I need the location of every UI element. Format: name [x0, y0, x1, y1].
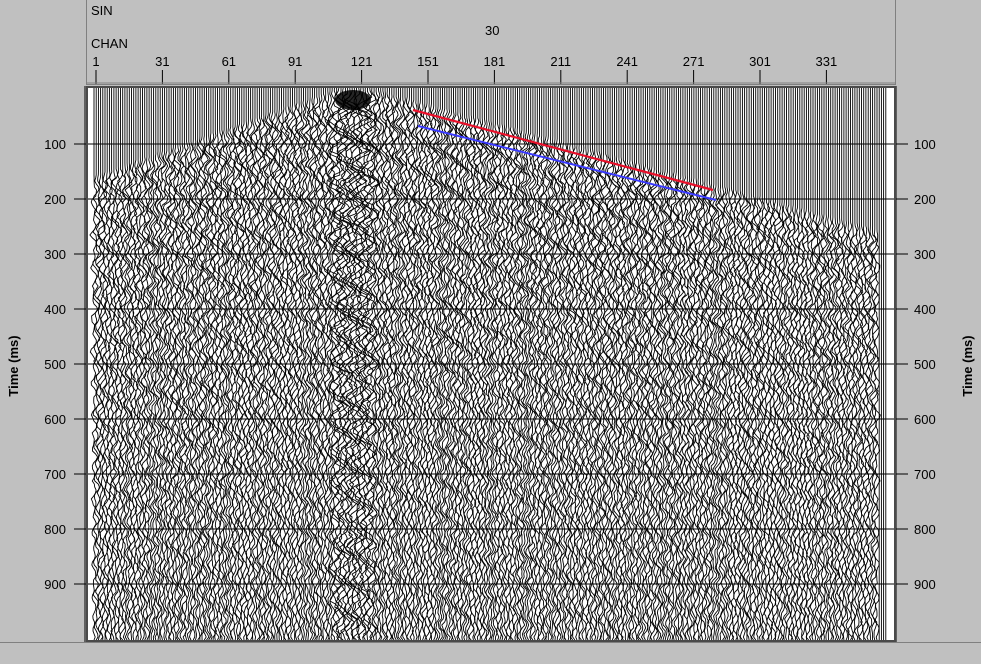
header-annotation-box: SIN 30 CHAN 1 31 61 91 121 151 181 211 241 271 301… [86, 0, 896, 85]
left-time-axis: 100 200 300 400 500 600 700 800 900 Time (ms) [0, 86, 86, 642]
time-tick-label: 800 [914, 522, 936, 537]
time-tick-label: 700 [914, 467, 936, 482]
channel-tick-label: 301 [749, 54, 771, 69]
time-tick-label: 100 [44, 137, 66, 152]
seismic-viewer-window: SIN 30 CHAN 1 31 61 91 121 151 181 211 241 271 301… [0, 0, 981, 664]
channel-tick-label: 151 [417, 54, 439, 69]
channel-tick-label: 211 [550, 54, 571, 69]
time-tick-label: 200 [44, 192, 66, 207]
seismic-plot[interactable] [86, 86, 896, 642]
channel-tick-label: 61 [222, 54, 236, 69]
header-panel: SIN 30 CHAN 1 31 61 91 121 151 181 211 241 271 301… [0, 0, 981, 86]
y-axis-label-right: Time (ms) [960, 335, 975, 396]
channel-tick-label: 121 [351, 54, 373, 69]
time-tick-label: 500 [44, 357, 66, 372]
channel-tick-label: 181 [484, 54, 506, 69]
time-tick-label: 300 [914, 247, 936, 262]
channel-tick-label: 271 [683, 54, 705, 69]
source-energy [335, 90, 371, 110]
time-tick-label: 700 [44, 467, 66, 482]
channel-tick-label: 91 [288, 54, 302, 69]
time-tick-label: 400 [914, 302, 936, 317]
left-time-axis-svg: 100 200 300 400 500 600 700 800 900 Time (ms) [6, 86, 86, 642]
channel-tick-label: 331 [816, 54, 838, 69]
time-tick-label: 400 [44, 302, 66, 317]
time-tick-label: 900 [44, 577, 66, 592]
seismic-traces[interactable] [88, 87, 894, 641]
y-axis-label: Time (ms) [6, 335, 21, 396]
channel-tick-label: 31 [155, 54, 169, 69]
right-time-axis-svg: 100 200 300 400 500 600 700 800 900 Time (ms) [895, 86, 975, 642]
channel-tick-label: 1 [92, 54, 99, 69]
time-tick-label: 300 [44, 247, 66, 262]
time-tick-label: 200 [914, 192, 936, 207]
channel-tick-label: 241 [616, 54, 638, 69]
channel-axis: 1 31 61 91 121 151 181 211 241 271 301 331 [87, 54, 895, 84]
time-tick-label: 600 [44, 412, 66, 427]
right-time-axis: 100 200 300 400 500 600 700 800 900 Time (ms) [895, 86, 981, 642]
time-tick-label: 600 [914, 412, 936, 427]
time-tick-label: 100 [914, 137, 936, 152]
time-tick-label: 900 [914, 577, 936, 592]
time-tick-label: 800 [44, 522, 66, 537]
status-bar [0, 642, 981, 664]
time-tick-label: 500 [914, 357, 936, 372]
